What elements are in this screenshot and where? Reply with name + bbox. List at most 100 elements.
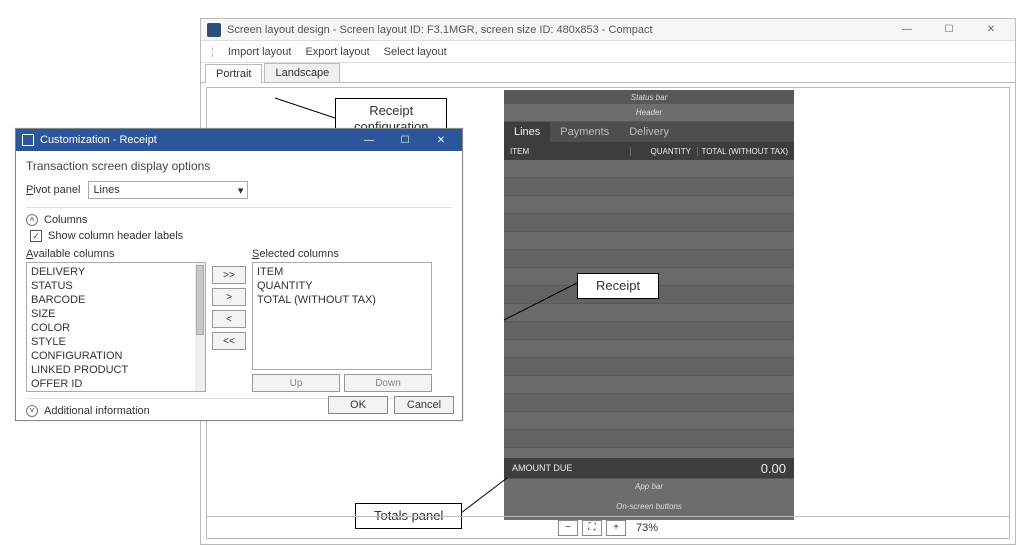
dialog-heading: Transaction screen display options: [26, 159, 452, 173]
move-all-right-button[interactable]: >>: [212, 266, 246, 284]
list-item: [504, 178, 794, 196]
chevron-down-icon: ▾: [238, 184, 244, 197]
zoom-out-button[interactable]: −: [558, 520, 578, 536]
list-item[interactable]: SIZE: [27, 307, 195, 321]
list-item: [504, 358, 794, 376]
list-item[interactable]: STYLE: [27, 335, 195, 349]
dialog-minimize-icon[interactable]: —: [354, 135, 384, 146]
list-item: [504, 376, 794, 394]
zoom-in-button[interactable]: +: [606, 520, 626, 536]
list-item[interactable]: BARCODE: [27, 293, 195, 307]
tab-portrait[interactable]: Portrait: [205, 64, 262, 83]
list-item: [504, 250, 794, 268]
zoom-value: 73%: [636, 522, 658, 534]
available-columns-list[interactable]: DELIVERYSTATUSBARCODESIZECOLORSTYLECONFI…: [26, 262, 206, 392]
dialog-maximize-icon[interactable]: ☐: [390, 135, 420, 146]
list-item[interactable]: COLOR: [27, 321, 195, 335]
col-total: TOTAL (WITHOUT TAX): [698, 147, 794, 156]
amount-due-value: 0.00: [761, 461, 786, 476]
cancel-button[interactable]: Cancel: [394, 396, 454, 414]
list-item: [504, 160, 794, 178]
pivot-panel-row: Pivot panel Lines ▾: [26, 181, 452, 199]
import-layout-button[interactable]: Import layout: [228, 46, 292, 58]
dialog-footer: OK Cancel: [328, 396, 454, 414]
totals-panel[interactable]: AMOUNT DUE 0.00: [504, 458, 794, 478]
device-statusbar: Status bar: [504, 90, 794, 104]
orientation-tabs: Portrait Landscape: [201, 63, 1015, 83]
tab-landscape[interactable]: Landscape: [264, 63, 340, 82]
list-item: [504, 232, 794, 250]
toolbar-sep-icon: ¦: [211, 46, 214, 58]
device-header: Header: [504, 104, 794, 122]
col-item: ITEM: [504, 147, 631, 156]
move-right-button[interactable]: >: [212, 288, 246, 306]
designer-titlebar: Screen layout design - Screen layout ID:…: [201, 19, 1015, 41]
dialog-close-icon[interactable]: ✕: [426, 135, 456, 146]
col-qty: QUANTITY: [631, 147, 698, 156]
scrollbar-thumb[interactable]: [196, 265, 204, 335]
dialog-icon: [22, 134, 34, 146]
move-all-left-button[interactable]: <<: [212, 332, 246, 350]
shuttle-buttons: >> > < <<: [212, 266, 246, 392]
dialog-titlebar: Customization - Receipt — ☐ ✕: [16, 129, 462, 151]
select-layout-button[interactable]: Select layout: [384, 46, 447, 58]
receipt-tabstrip: Lines Payments Delivery: [504, 122, 794, 142]
list-item: [504, 340, 794, 358]
list-item: [504, 196, 794, 214]
columns-header-label: Columns: [44, 214, 87, 226]
list-item[interactable]: LINKED PRODUCT: [27, 363, 195, 377]
list-item: [504, 394, 794, 412]
designer-toolbar: ¦ Import layout Export layout Select lay…: [201, 41, 1015, 63]
pivot-panel-label: Pivot panel: [26, 184, 80, 196]
zoom-fit-button[interactable]: ⛶: [582, 520, 602, 536]
receipt-rows: [504, 160, 794, 458]
pivot-panel-value: Lines: [93, 184, 119, 196]
list-item[interactable]: OFFER ID: [27, 377, 195, 391]
list-item: [504, 412, 794, 430]
dialog-body: Transaction screen display options Pivot…: [16, 151, 462, 425]
app-icon: [207, 23, 221, 37]
additional-info-label: Additional information: [44, 405, 150, 417]
list-item[interactable]: TOTAL (WITHOUT TAX): [253, 293, 431, 307]
list-item[interactable]: ITEM: [253, 265, 431, 279]
list-item[interactable]: QUANTITY: [253, 279, 431, 293]
show-header-labels-row[interactable]: ✓ Show column header labels: [30, 230, 452, 242]
maximize-icon[interactable]: ☐: [931, 22, 967, 38]
checkbox-icon[interactable]: ✓: [30, 230, 42, 242]
receipt-column-header: ITEM QUANTITY TOTAL (WITHOUT TAX): [504, 142, 794, 160]
list-item: [504, 304, 794, 322]
close-icon[interactable]: ✕: [973, 22, 1009, 38]
show-header-labels-text: Show column header labels: [48, 230, 183, 242]
list-item[interactable]: ORIGINAL PRICE: [27, 391, 195, 392]
receipt-tab-delivery[interactable]: Delivery: [619, 122, 679, 142]
receipt-tab-lines[interactable]: Lines: [504, 122, 550, 142]
up-button[interactable]: Up: [252, 374, 340, 392]
list-item[interactable]: STATUS: [27, 279, 195, 293]
list-item[interactable]: CONFIGURATION: [27, 349, 195, 363]
minimize-icon[interactable]: —: [889, 22, 925, 38]
list-item[interactable]: DELIVERY: [27, 265, 195, 279]
available-columns-label: Available columns: [26, 248, 206, 260]
columns-section-header[interactable]: ˄ Columns: [26, 214, 452, 226]
selected-columns-label: Selected columns: [252, 248, 432, 260]
columns-area: Available columns DELIVERYSTATUSBARCODES…: [26, 248, 452, 392]
ok-button[interactable]: OK: [328, 396, 388, 414]
down-button[interactable]: Down: [344, 374, 432, 392]
list-item: [504, 322, 794, 340]
expand-down-icon: ˅: [26, 405, 38, 417]
pivot-panel-select[interactable]: Lines ▾: [88, 181, 248, 199]
device-appbar: App bar: [504, 478, 794, 494]
device-preview[interactable]: Status bar Header Lines Payments Deliver…: [504, 90, 794, 520]
collapse-up-icon: ˄: [26, 214, 38, 226]
scrollbar[interactable]: [195, 263, 205, 391]
callout-receipt: Receipt: [577, 273, 659, 299]
selected-columns-list[interactable]: ITEMQUANTITYTOTAL (WITHOUT TAX): [252, 262, 432, 370]
device-onscreen: On-screen buttons: [504, 494, 794, 518]
export-layout-button[interactable]: Export layout: [305, 46, 369, 58]
window-title: Screen layout design - Screen layout ID:…: [227, 24, 883, 36]
receipt-tab-payments[interactable]: Payments: [550, 122, 619, 142]
customization-dialog: Customization - Receipt — ☐ ✕ Transactio…: [15, 128, 463, 421]
zoom-bar: − ⛶ + 73%: [207, 516, 1009, 538]
move-left-button[interactable]: <: [212, 310, 246, 328]
dialog-title: Customization - Receipt: [40, 134, 348, 146]
